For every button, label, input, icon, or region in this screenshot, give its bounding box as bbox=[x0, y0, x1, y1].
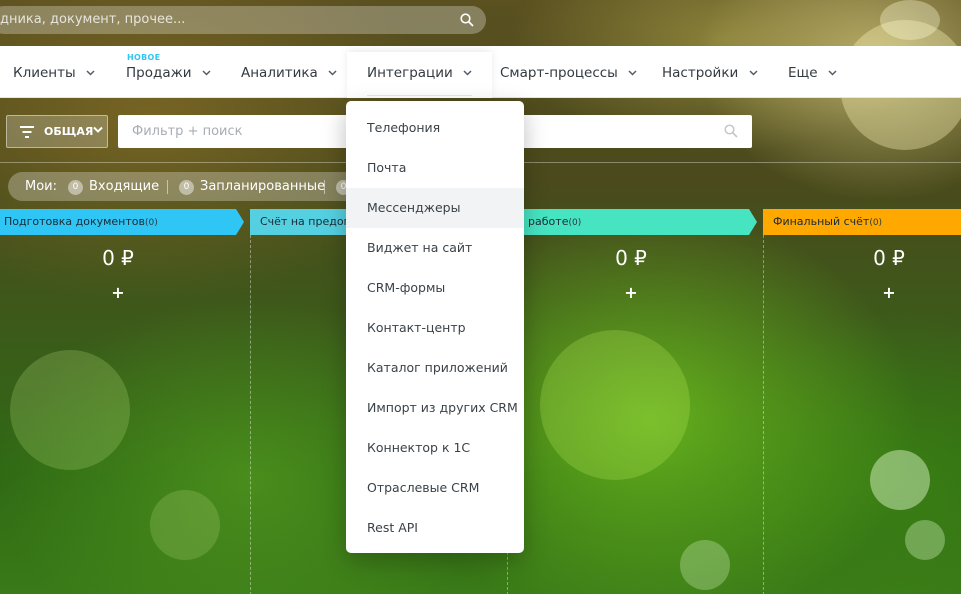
search-icon[interactable] bbox=[724, 124, 738, 138]
add-item-button[interactable]: + bbox=[616, 283, 646, 302]
menu-item-label: Интеграции bbox=[367, 65, 453, 81]
new-badge: НОВОЕ bbox=[127, 53, 161, 62]
dropdown-item[interactable]: Rest API bbox=[346, 508, 524, 548]
chevron-down-icon bbox=[463, 70, 472, 76]
dropdown-item[interactable]: CRM-формы bbox=[346, 268, 524, 308]
menu-item-analytics[interactable]: Аналитика bbox=[241, 46, 337, 98]
dropdown-item[interactable]: Мессенджеры bbox=[346, 188, 524, 228]
integrations-dropdown: Телефония Почта Мессенджеры Виджет на сайт C… bbox=[346, 101, 524, 553]
dropdown-item[interactable]: Каталог приложений bbox=[346, 348, 524, 388]
dropdown-item[interactable]: Отраслевые CRM bbox=[346, 468, 524, 508]
add-item-button[interactable]: + bbox=[874, 283, 904, 302]
stage-title: Подготовка документов bbox=[4, 215, 145, 228]
menu-item-smart-processes[interactable]: Смарт-процессы bbox=[500, 46, 637, 98]
stage-sum: 0 ₽ bbox=[102, 246, 134, 270]
filter-icon bbox=[20, 126, 34, 138]
stage-sum: 0 ₽ bbox=[873, 246, 905, 270]
chevron-down-icon bbox=[828, 70, 837, 76]
stage-count: (0) bbox=[145, 218, 158, 228]
stage-title: Финальный счёт bbox=[773, 215, 870, 228]
counter-label: Входящие bbox=[89, 179, 160, 194]
chevron-down-icon bbox=[202, 70, 211, 76]
counters-title: Мои: bbox=[25, 179, 57, 194]
top-bar: дника, документ, прочее... bbox=[0, 0, 961, 46]
stage-header[interactable]: В работе(0) bbox=[507, 209, 757, 235]
stage-sum: 0 ₽ bbox=[615, 246, 647, 270]
separator bbox=[324, 180, 325, 194]
chevron-down-icon bbox=[328, 70, 337, 76]
filter-preset-button[interactable]: ОБЩАЯ bbox=[6, 115, 108, 148]
dropdown-item[interactable]: Коннектор к 1С bbox=[346, 428, 524, 468]
menu-item-integrations[interactable]: Интеграции bbox=[347, 52, 493, 98]
menu-item-label: Смарт-процессы bbox=[500, 65, 618, 81]
menu-item-label: Настройки bbox=[662, 65, 739, 81]
column-divider bbox=[250, 235, 251, 594]
stage-count: (0) bbox=[869, 218, 883, 228]
global-search-input[interactable]: дника, документ, прочее... bbox=[0, 6, 486, 34]
column-divider bbox=[763, 235, 764, 594]
stage-header[interactable]: Подготовка документов(0) bbox=[0, 209, 244, 235]
menu-item-settings[interactable]: Настройки bbox=[662, 46, 758, 98]
menu-item-clients[interactable]: Клиенты bbox=[13, 46, 95, 98]
menu-item-label: Клиенты bbox=[13, 65, 76, 81]
filter-placeholder: Фильтр + поиск bbox=[132, 124, 243, 139]
chevron-down-icon bbox=[86, 70, 95, 76]
dropdown-item[interactable]: Контакт-центр bbox=[346, 308, 524, 348]
counters-bar: Мои: 0 Входящие 0 Запланированные 0 bbox=[8, 172, 360, 201]
stage-header[interactable]: Финальный счёт(0) bbox=[763, 209, 961, 235]
counter-badge: 0 bbox=[68, 180, 83, 195]
menu-item-label: Аналитика bbox=[241, 65, 318, 81]
dropdown-item[interactable]: Импорт из других CRM bbox=[346, 388, 524, 428]
filter-preset-label: ОБЩАЯ bbox=[44, 125, 94, 138]
counter-planned[interactable]: 0 Запланированные bbox=[179, 172, 325, 201]
counter-label: Запланированные bbox=[200, 179, 326, 194]
separator bbox=[167, 180, 168, 194]
stage-count: (0) bbox=[568, 218, 582, 228]
counter-incoming[interactable]: 0 Входящие bbox=[68, 172, 159, 201]
menu-item-label: Продажи bbox=[126, 65, 192, 81]
chevron-down-icon bbox=[628, 70, 637, 76]
menu-item-more[interactable]: Еще bbox=[788, 46, 837, 98]
search-icon[interactable] bbox=[460, 13, 474, 27]
dropdown-item[interactable]: Почта bbox=[346, 148, 524, 188]
chevron-down-icon bbox=[749, 70, 758, 76]
menu-item-label: Еще bbox=[788, 65, 818, 81]
chevron-down-icon bbox=[93, 126, 103, 133]
add-item-button[interactable]: + bbox=[103, 283, 133, 302]
counter-badge: 0 bbox=[179, 180, 194, 195]
stage-title: В работе bbox=[517, 215, 569, 228]
dropdown-item[interactable]: Виджет на сайт bbox=[346, 228, 524, 268]
search-placeholder: дника, документ, прочее... bbox=[0, 12, 186, 27]
dropdown-item[interactable]: Телефония bbox=[346, 108, 524, 148]
